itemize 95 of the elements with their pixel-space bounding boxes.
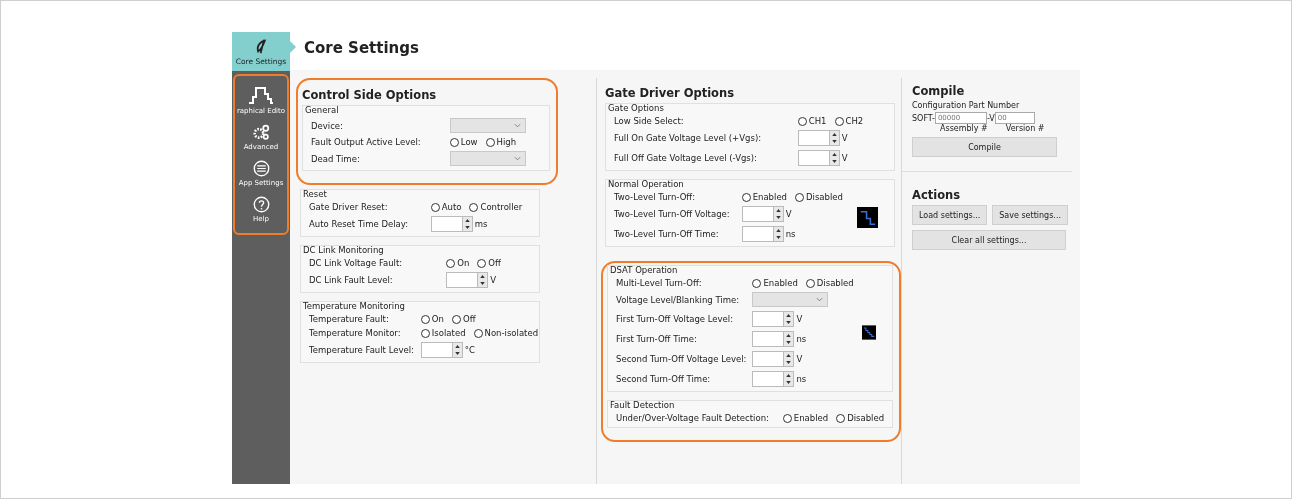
field-label: Two-Level Turn-Off: (614, 192, 697, 202)
caption: Assembly # (940, 124, 988, 133)
radio-option[interactable]: Low (449, 137, 478, 147)
compile-button[interactable]: Compile (912, 137, 1057, 157)
group-title: Normal Operation (608, 179, 685, 189)
caption: Version # (1005, 124, 1045, 133)
radio-option[interactable]: Disabled (795, 192, 843, 202)
radio-option[interactable]: High (485, 137, 517, 147)
field-label: DC Link Voltage Fault: (309, 258, 404, 268)
spin-box[interactable] (430, 216, 473, 232)
selection-pointer-icon (290, 41, 296, 53)
section-title: Gate Driver Options (605, 86, 735, 100)
section-title: Control Side Options (302, 88, 438, 102)
field-label: Fault Output Active Level: (311, 137, 422, 147)
field-label: First Turn-Off Voltage Level: (616, 314, 735, 324)
field-label: Two-Level Turn-Off Voltage: (614, 209, 731, 219)
field-label: Dead Time: (311, 153, 361, 164)
section-title: Compile (912, 84, 966, 98)
radio-option[interactable]: Disabled (805, 278, 854, 288)
radio-option[interactable]: Disabled (836, 413, 885, 423)
radio-option[interactable]: Enabled (782, 413, 829, 423)
radio-option[interactable]: Isolated (420, 328, 466, 338)
radio-option[interactable]: Enabled (752, 278, 798, 288)
spin-box[interactable] (797, 150, 840, 166)
group-title: Gate Options (608, 103, 665, 113)
field-label: Temperature Fault Level: (309, 345, 415, 355)
unit-label: V (785, 209, 792, 219)
waveform-preview-icon (861, 322, 876, 343)
field-label: Device: (311, 120, 344, 131)
radio-option[interactable]: Off (477, 258, 501, 268)
chevron-down-icon (513, 156, 521, 161)
spin-box[interactable] (741, 206, 784, 222)
field-label: Temperature Fault: (309, 314, 390, 324)
spin-box[interactable] (446, 272, 489, 288)
radio-option[interactable]: On (446, 258, 470, 268)
group-title: Reset (303, 189, 328, 199)
radio-option[interactable]: Auto (430, 202, 462, 212)
spin-box[interactable] (420, 342, 463, 358)
unit-label: °C (464, 345, 476, 355)
group-title: DC Link Monitoring (303, 245, 385, 255)
field-label: Gate Driver Reset: (309, 202, 389, 212)
field-label: DC Link Fault Level: (309, 275, 394, 285)
chevron-down-icon (513, 123, 521, 128)
pulse-icon (248, 85, 274, 105)
action-button[interactable]: Save settings... (992, 205, 1068, 225)
separator-label: -V (986, 113, 995, 123)
spin-box[interactable] (741, 226, 784, 242)
unit-label: V (796, 314, 803, 324)
field-label: Two-Level Turn-Off Time: (614, 229, 720, 239)
field-label: Low Side Select: (614, 116, 685, 126)
unit-label: V (796, 354, 803, 364)
field-label: Second Turn-Off Time: (616, 374, 712, 384)
spin-box[interactable] (752, 311, 795, 327)
unit-label: V (490, 275, 497, 285)
unit-label: V (841, 153, 848, 163)
chevron-down-icon (816, 297, 824, 302)
radio-option[interactable]: Off (451, 314, 476, 324)
spin-box[interactable] (797, 130, 840, 146)
radio-option[interactable]: Controller (469, 202, 523, 212)
waveform-preview-icon (857, 206, 878, 228)
section-title: Actions (912, 188, 962, 202)
unit-label: ns (796, 334, 807, 344)
field-label: First Turn-Off Time: (616, 334, 698, 344)
unit-label: ns (785, 229, 796, 239)
group-title: Fault Detection (610, 400, 676, 410)
group-title: DSAT Operation (610, 265, 679, 275)
radio-option[interactable]: Enabled (741, 192, 787, 202)
unit-label: ns (796, 374, 807, 384)
field-label: Auto Reset Time Delay: (309, 219, 409, 229)
group-title: Temperature Monitoring (303, 301, 406, 311)
spin-box[interactable] (752, 371, 795, 387)
radio-option[interactable]: Non-isolated (473, 328, 539, 338)
field-label: Second Turn-Off Voltage Level: (616, 354, 747, 364)
action-button[interactable]: Clear all settings... (912, 230, 1066, 250)
spin-box[interactable] (752, 331, 795, 347)
field-label: Multi-Level Turn-Off: (616, 278, 703, 288)
settings-icon (252, 160, 270, 177)
field-label: Full Off Gate Voltage Level (-Vgs): (614, 153, 758, 163)
unit-label: ms (474, 219, 488, 229)
help-icon (252, 196, 270, 213)
radio-option[interactable]: CH1 (797, 116, 827, 126)
unit-label: V (841, 133, 848, 143)
field-label: Under/Over-Voltage Fault Detection: (616, 413, 770, 423)
page-title: Core Settings (304, 39, 419, 57)
field-label: Full On Gate Voltage Level (+Vgs): (614, 133, 763, 143)
field-label: Voltage Level/Blanking Time: (616, 294, 741, 305)
field-label: Temperature Monitor: (309, 328, 402, 338)
radio-option[interactable]: CH2 (834, 116, 864, 126)
radio-option[interactable]: On (420, 314, 444, 324)
group-title: General (305, 105, 340, 115)
action-button[interactable]: Load settings... (912, 205, 988, 225)
prefix-label: SOFT- (912, 113, 935, 123)
spin-box[interactable] (752, 351, 795, 367)
field-label: Configuration Part Number (912, 101, 1021, 110)
gears-icon (252, 124, 270, 141)
